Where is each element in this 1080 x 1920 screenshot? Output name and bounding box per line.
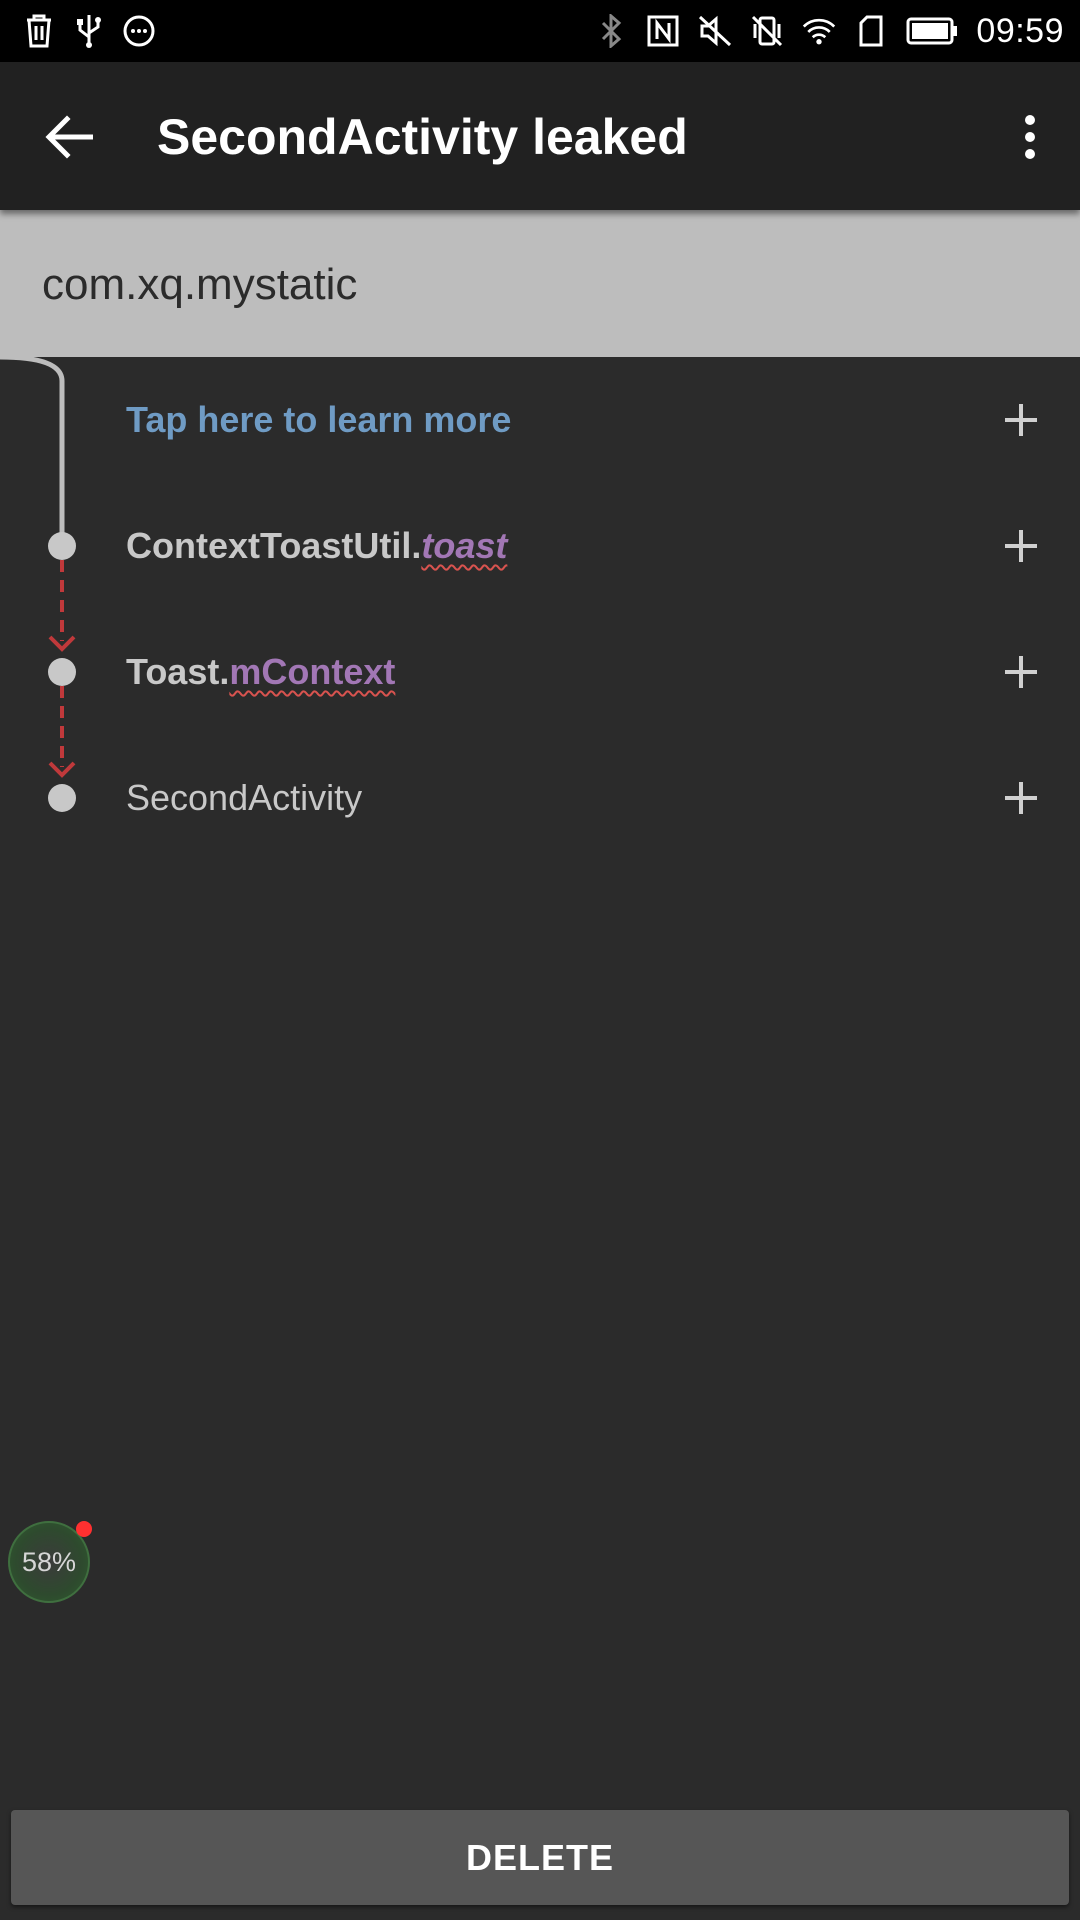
sim-icon — [854, 14, 888, 48]
delete-button[interactable]: DELETE — [11, 1810, 1069, 1905]
usb-icon — [72, 14, 106, 48]
learn-more-row[interactable]: Tap here to learn more — [0, 357, 1080, 483]
plus-icon — [1005, 404, 1037, 436]
bluetooth-icon — [594, 14, 628, 48]
reference-class: ContextToastUtil. — [126, 525, 422, 566]
back-button[interactable] — [34, 102, 104, 172]
trace-reference: Toast. mContext — [126, 609, 395, 735]
expand-button[interactable] — [996, 521, 1046, 571]
status-bar-left — [22, 10, 156, 52]
status-time: 09:59 — [976, 11, 1064, 50]
reference-field: mContext — [229, 651, 396, 692]
floating-monitor-badge[interactable]: 58% — [8, 1521, 92, 1603]
expand-button[interactable] — [996, 647, 1046, 697]
page-title: SecondActivity leaked — [157, 109, 688, 165]
nfc-icon — [646, 14, 680, 48]
more-vert-icon — [1025, 115, 1035, 159]
mute-icon — [698, 14, 732, 48]
trace-reference: ContextToastUtil. toast — [126, 483, 507, 609]
leak-trace: Tap here to learn more ContextToastUtil.… — [0, 357, 1080, 857]
trash-icon — [22, 14, 56, 48]
wifi-icon — [802, 14, 836, 48]
package-header: com.xq.mystatic — [0, 210, 1080, 357]
arrow-back-icon — [45, 115, 93, 159]
trace-row-toast[interactable]: Toast. mContext — [0, 609, 1080, 735]
status-bar: 09:59 — [0, 0, 1080, 62]
expand-button[interactable] — [996, 773, 1046, 823]
overflow-menu-button[interactable] — [1000, 102, 1060, 172]
reference-field: toast — [421, 525, 508, 566]
status-bar-right: 09:59 — [594, 10, 1064, 52]
plus-icon — [1005, 530, 1037, 562]
expand-button[interactable] — [996, 395, 1046, 445]
vibrate-off-icon — [750, 14, 784, 48]
app-bar: SecondActivity leaked — [0, 62, 1080, 210]
learn-more-link[interactable]: Tap here to learn more — [126, 357, 511, 483]
leaked-instance-label: SecondActivity — [126, 777, 363, 818]
plus-icon — [1005, 656, 1037, 688]
reference-class: Toast. — [126, 651, 230, 692]
monitor-percent: 58% — [21, 1546, 77, 1577]
package-name: com.xq.mystatic — [42, 260, 358, 309]
trace-row-context-toast-util[interactable]: ContextToastUtil. toast — [0, 483, 1080, 609]
notification-dot — [76, 1521, 92, 1537]
battery-icon — [906, 14, 958, 48]
chat-icon — [122, 14, 156, 48]
plus-icon — [1005, 782, 1037, 814]
trace-row-leaked-instance[interactable]: SecondActivity — [0, 735, 1080, 861]
